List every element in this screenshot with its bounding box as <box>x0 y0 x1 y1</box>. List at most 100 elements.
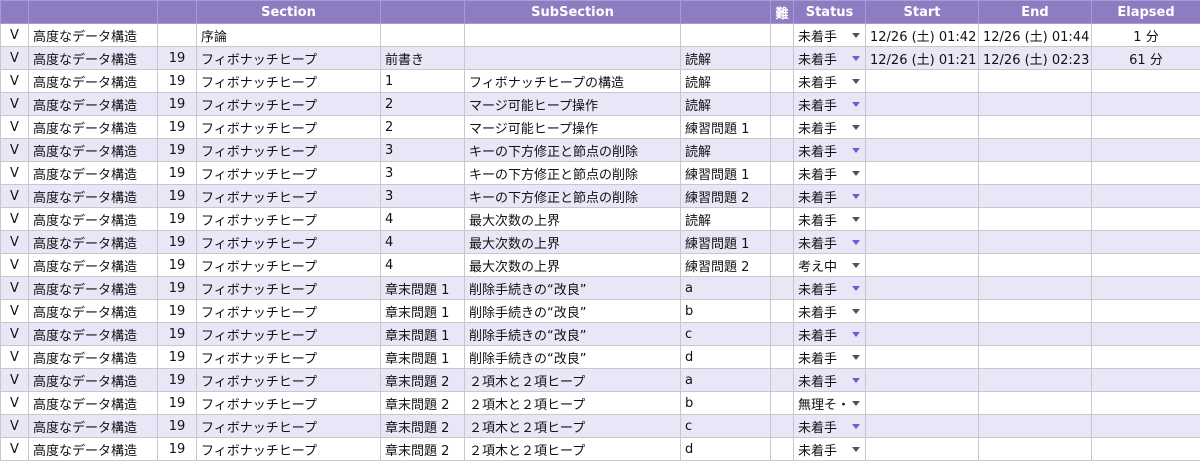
subsection-no-cell[interactable]: 3 <box>381 185 465 208</box>
end-cell[interactable] <box>979 438 1092 461</box>
difficulty-cell[interactable] <box>771 346 794 369</box>
difficulty-cell[interactable] <box>771 139 794 162</box>
subsection-no-cell[interactable]: 章末問題 1 <box>381 323 465 346</box>
section-cell[interactable]: フィボナッチヒープ <box>197 346 381 369</box>
category-cell[interactable]: 高度なデータ構造 <box>29 415 158 438</box>
start-cell[interactable] <box>866 277 979 300</box>
section-cell[interactable]: フィボナッチヒープ <box>197 254 381 277</box>
check-cell[interactable]: V <box>1 162 29 185</box>
subsection-no-cell[interactable]: 4 <box>381 231 465 254</box>
col-header-end[interactable]: End <box>979 1 1092 24</box>
check-cell[interactable]: V <box>1 185 29 208</box>
category-cell[interactable]: 高度なデータ構造 <box>29 346 158 369</box>
check-cell[interactable]: V <box>1 24 29 47</box>
subsection-no-cell[interactable]: 章末問題 2 <box>381 392 465 415</box>
start-cell[interactable] <box>866 208 979 231</box>
end-cell[interactable] <box>979 277 1092 300</box>
difficulty-cell[interactable] <box>771 185 794 208</box>
section-cell[interactable]: フィボナッチヒープ <box>197 162 381 185</box>
check-cell[interactable]: V <box>1 369 29 392</box>
end-cell[interactable] <box>979 231 1092 254</box>
subsection-no-cell[interactable]: 3 <box>381 139 465 162</box>
status-cell[interactable]: 未着手 <box>794 47 866 70</box>
chapter-cell[interactable]: 19 <box>158 93 197 116</box>
section-cell[interactable]: フィボナッチヒープ <box>197 70 381 93</box>
chevron-down-icon[interactable] <box>852 240 860 245</box>
task-cell[interactable] <box>681 24 771 47</box>
task-cell[interactable]: 読解 <box>681 70 771 93</box>
check-cell[interactable]: V <box>1 346 29 369</box>
check-cell[interactable]: V <box>1 323 29 346</box>
subsection-cell[interactable]: キーの下方修正と節点の削除 <box>465 162 681 185</box>
elapsed-cell[interactable] <box>1092 139 1200 162</box>
subsection-cell[interactable]: ２項木と２項ヒープ <box>465 438 681 461</box>
status-cell[interactable]: 未着手 <box>794 369 866 392</box>
subsection-cell[interactable]: ２項木と２項ヒープ <box>465 392 681 415</box>
check-cell[interactable]: V <box>1 93 29 116</box>
subsection-no-cell[interactable]: 2 <box>381 116 465 139</box>
difficulty-cell[interactable] <box>771 24 794 47</box>
chapter-cell[interactable] <box>158 24 197 47</box>
status-cell[interactable]: 未着手 <box>794 93 866 116</box>
subsection-cell[interactable] <box>465 47 681 70</box>
section-cell[interactable]: フィボナッチヒープ <box>197 139 381 162</box>
col-header-check[interactable] <box>1 1 29 24</box>
task-cell[interactable]: 練習問題 1 <box>681 162 771 185</box>
elapsed-cell[interactable] <box>1092 93 1200 116</box>
start-cell[interactable] <box>866 139 979 162</box>
section-cell[interactable]: フィボナッチヒープ <box>197 369 381 392</box>
col-header-difficulty[interactable]: 難 <box>771 1 794 24</box>
chevron-down-icon[interactable] <box>852 33 860 38</box>
status-cell[interactable]: 未着手 <box>794 185 866 208</box>
chapter-cell[interactable]: 19 <box>158 139 197 162</box>
start-cell[interactable]: 12/26 (土) 01:21 <box>866 47 979 70</box>
subsection-cell[interactable]: マージ可能ヒープ操作 <box>465 93 681 116</box>
task-cell[interactable]: 練習問題 1 <box>681 231 771 254</box>
end-cell[interactable] <box>979 185 1092 208</box>
chapter-cell[interactable]: 19 <box>158 162 197 185</box>
difficulty-cell[interactable] <box>771 369 794 392</box>
subsection-cell[interactable]: キーの下方修正と節点の削除 <box>465 185 681 208</box>
chevron-down-icon[interactable] <box>852 447 860 452</box>
end-cell[interactable] <box>979 254 1092 277</box>
check-cell[interactable]: V <box>1 254 29 277</box>
task-cell[interactable]: b <box>681 392 771 415</box>
subsection-cell[interactable]: キーの下方修正と節点の削除 <box>465 139 681 162</box>
section-cell[interactable]: フィボナッチヒープ <box>197 323 381 346</box>
task-cell[interactable]: c <box>681 323 771 346</box>
difficulty-cell[interactable] <box>771 277 794 300</box>
check-cell[interactable]: V <box>1 392 29 415</box>
end-cell[interactable] <box>979 93 1092 116</box>
start-cell[interactable] <box>866 323 979 346</box>
end-cell[interactable] <box>979 323 1092 346</box>
task-cell[interactable]: d <box>681 438 771 461</box>
chevron-down-icon[interactable] <box>852 286 860 291</box>
task-cell[interactable]: 練習問題 2 <box>681 254 771 277</box>
task-cell[interactable]: 読解 <box>681 139 771 162</box>
subsection-no-cell[interactable]: 1 <box>381 70 465 93</box>
chapter-cell[interactable]: 19 <box>158 323 197 346</box>
chapter-cell[interactable]: 19 <box>158 254 197 277</box>
status-cell[interactable]: 未着手 <box>794 116 866 139</box>
task-cell[interactable]: d <box>681 346 771 369</box>
subsection-cell[interactable]: 最大次数の上界 <box>465 208 681 231</box>
category-cell[interactable]: 高度なデータ構造 <box>29 231 158 254</box>
chevron-down-icon[interactable] <box>852 148 860 153</box>
difficulty-cell[interactable] <box>771 300 794 323</box>
task-cell[interactable]: 練習問題 2 <box>681 185 771 208</box>
chapter-cell[interactable]: 19 <box>158 70 197 93</box>
subsection-no-cell[interactable]: 前書き <box>381 47 465 70</box>
task-cell[interactable]: a <box>681 277 771 300</box>
category-cell[interactable]: 高度なデータ構造 <box>29 162 158 185</box>
elapsed-cell[interactable] <box>1092 231 1200 254</box>
subsection-no-cell[interactable]: 章末問題 2 <box>381 369 465 392</box>
chevron-down-icon[interactable] <box>852 378 860 383</box>
chapter-cell[interactable]: 19 <box>158 392 197 415</box>
end-cell[interactable] <box>979 116 1092 139</box>
col-header-subsection-no[interactable] <box>381 1 465 24</box>
start-cell[interactable] <box>866 300 979 323</box>
status-cell[interactable]: 未着手 <box>794 231 866 254</box>
subsection-cell[interactable]: 最大次数の上界 <box>465 254 681 277</box>
subsection-no-cell[interactable]: 章末問題 2 <box>381 438 465 461</box>
check-cell[interactable]: V <box>1 139 29 162</box>
